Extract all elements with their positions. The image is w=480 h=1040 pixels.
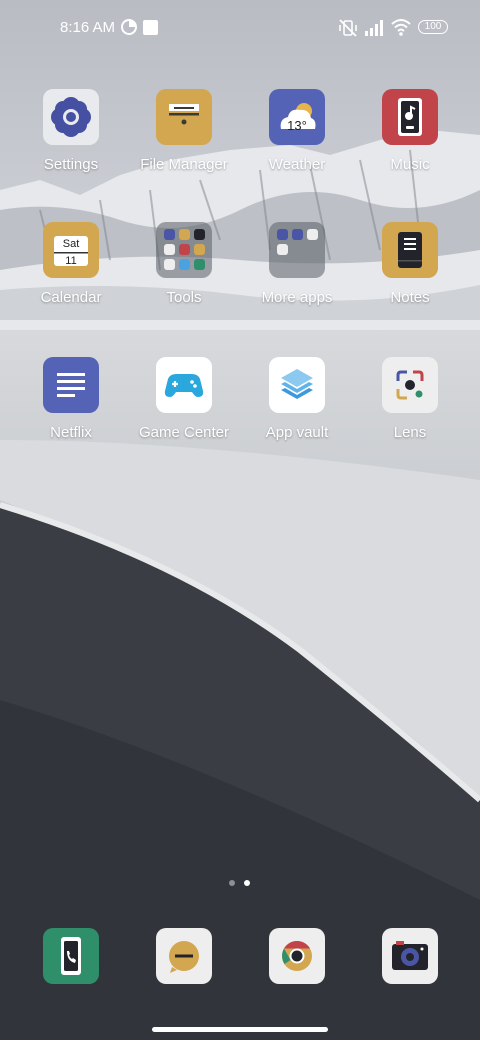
more-apps-folder-icon (269, 222, 325, 278)
app-weather[interactable]: 13° Weather (241, 89, 353, 173)
vibrate-off-icon (339, 19, 357, 37)
page-dot-current (244, 880, 250, 886)
weather-temp: 13° (287, 118, 307, 133)
page-indicator (228, 879, 252, 887)
status-bar: 8:16 AM 100 (0, 0, 480, 56)
page-dot (229, 880, 235, 886)
app-label: File Manager (140, 156, 228, 173)
app-label: Netflix (50, 424, 92, 441)
app-label: Lens (393, 424, 427, 441)
phone-icon (61, 937, 81, 975)
dock-camera[interactable] (382, 928, 438, 984)
tools-folder-icon (156, 222, 212, 278)
layers-icon (269, 357, 325, 413)
dock-phone[interactable] (43, 928, 99, 984)
cloud-sun-icon: 13° (269, 89, 325, 145)
dock-messages[interactable] (156, 928, 212, 984)
camera-icon (392, 941, 428, 970)
app-label: App vault (265, 424, 329, 441)
wifi-icon (391, 19, 411, 36)
app-label: More apps (261, 289, 333, 306)
text-lines-icon (43, 357, 99, 413)
app-game-center[interactable]: Game Center (128, 357, 240, 441)
battery-icon: 100 (418, 20, 448, 34)
app-music[interactable]: Music (354, 89, 466, 173)
status-time: 8:16 AM (60, 19, 116, 36)
battery-level: 100 (424, 21, 442, 32)
folder-tools[interactable]: Tools (128, 222, 240, 306)
message-bubble-icon (169, 941, 199, 973)
app-notes[interactable]: Notes (354, 222, 466, 306)
app-label: Weather (268, 156, 326, 173)
app-lens[interactable]: Lens (354, 357, 466, 441)
app-app-vault[interactable]: App vault (241, 357, 353, 441)
app-calendar[interactable]: Sat 11 Calendar (15, 222, 127, 306)
app-label: Music (390, 156, 430, 173)
data-saver-icon (121, 19, 137, 35)
chrome-icon (282, 941, 312, 971)
calendar-day: Sat (62, 238, 80, 250)
folder-more-apps[interactable]: More apps (241, 222, 353, 306)
app-label: Game Center (138, 424, 230, 441)
notebook-icon (382, 222, 438, 278)
app-label: Settings (43, 156, 99, 173)
music-player-icon (382, 89, 438, 145)
app-settings[interactable]: Settings (15, 89, 127, 173)
app-label: Tools (166, 289, 202, 306)
app-file-manager[interactable]: File Manager (128, 89, 240, 173)
gear-flower-icon (43, 89, 99, 145)
folder-drawer-icon (156, 89, 212, 145)
app-label: Notes (390, 289, 430, 306)
calendar-icon: Sat 11 (43, 222, 99, 278)
signal-icon (365, 20, 383, 36)
lens-icon (382, 357, 438, 413)
app-netflix[interactable]: Netflix (15, 357, 127, 441)
calendar-date: 11 (65, 255, 77, 267)
gamepad-icon (156, 357, 212, 413)
home-indicator[interactable] (152, 1027, 328, 1032)
app-label: Calendar (40, 289, 102, 306)
square-notification-icon (143, 20, 158, 35)
dock-chrome[interactable] (269, 928, 325, 984)
